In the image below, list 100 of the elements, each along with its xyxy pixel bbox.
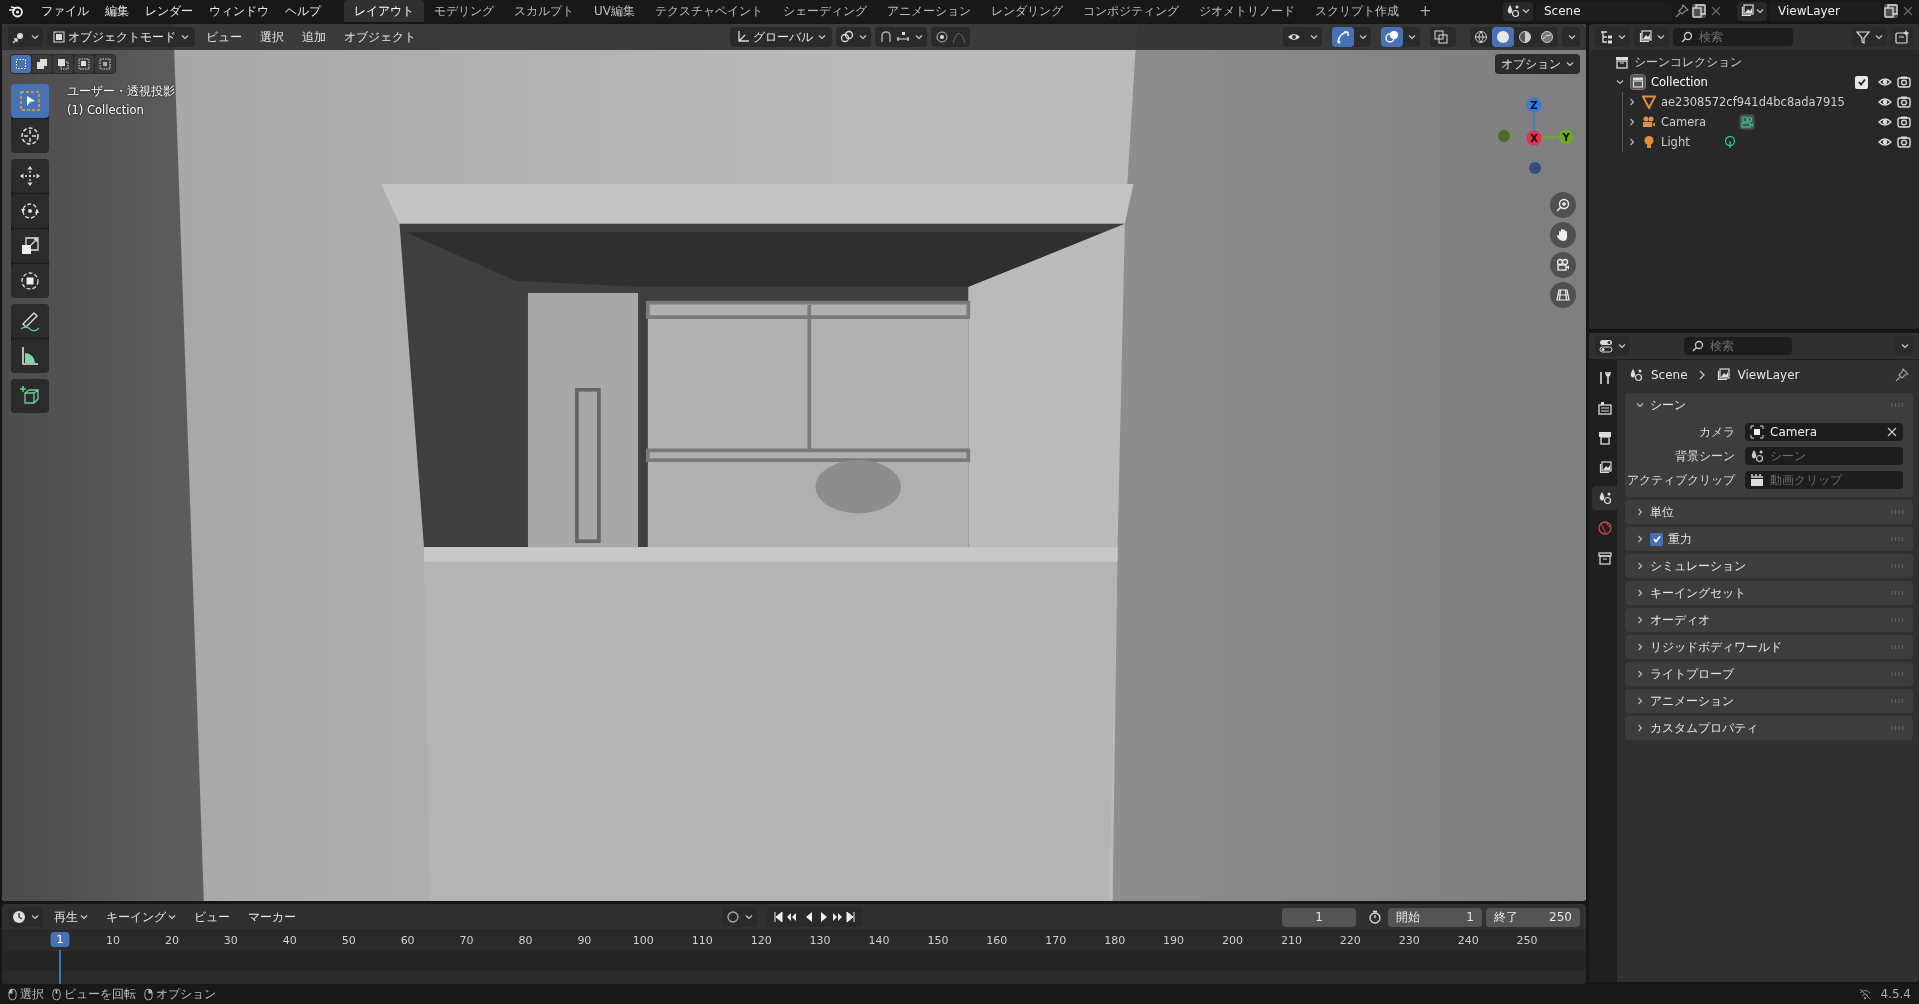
measure-tool[interactable]	[11, 339, 49, 373]
scene-name-field[interactable]: Scene	[1536, 1, 1672, 21]
tree-item[interactable]: シーンコレクション	[1634, 54, 1742, 70]
add-cube-tool[interactable]	[11, 379, 49, 413]
workspace-tab[interactable]: レンダリング	[981, 0, 1073, 22]
workspace-tab[interactable]: コンポジティング	[1073, 0, 1189, 22]
panel-checkbox[interactable]	[1650, 532, 1663, 546]
current-frame-indicator[interactable]: 1	[50, 932, 70, 947]
eye-icon[interactable]	[1878, 95, 1892, 109]
editor-type-button[interactable]	[8, 907, 43, 927]
clear-icon[interactable]	[1886, 426, 1898, 438]
panel-title[interactable]: シーン	[1650, 396, 1686, 414]
camera-icon[interactable]	[1897, 115, 1911, 129]
menu-item[interactable]: ファイル	[34, 2, 96, 20]
axis-gizmo-drawing[interactable]: Z X Y	[1489, 92, 1579, 182]
visibility-toggle[interactable]	[1283, 27, 1322, 47]
start-frame-field[interactable]: 開始 1	[1388, 907, 1482, 927]
camera-data-icon[interactable]	[1739, 114, 1756, 130]
proportional-edit-button[interactable]	[931, 27, 970, 47]
menu-item[interactable]: 編集	[98, 2, 136, 20]
workspace-tab[interactable]: シェーディング	[773, 0, 877, 22]
display-mode-dropdown[interactable]	[1634, 27, 1669, 47]
options-dropdown[interactable]: オプション	[1495, 54, 1580, 74]
exclude-checkbox[interactable]	[1855, 75, 1868, 89]
overlay-toggle[interactable]	[1381, 27, 1420, 47]
editor-type-button[interactable]	[1595, 27, 1630, 47]
duplicate-icon[interactable]	[1692, 4, 1706, 18]
editor-type-button[interactable]	[8, 27, 43, 47]
add-workspace-button[interactable]: +	[1409, 0, 1442, 22]
panel-title[interactable]: アニメーション	[1650, 692, 1734, 710]
workspace-tab[interactable]: レイアウト	[344, 0, 424, 22]
duplicate-icon[interactable]	[1884, 4, 1898, 18]
panel-title[interactable]: リジッドボディワールド	[1650, 638, 1782, 656]
breadcrumb-item[interactable]: Scene	[1651, 368, 1688, 382]
transform-tool[interactable]	[11, 264, 49, 298]
select-box-tool[interactable]	[11, 84, 49, 118]
panel-title[interactable]: ライトプローブ	[1650, 665, 1734, 683]
light-data-icon[interactable]	[1722, 135, 1737, 149]
workspace-tab[interactable]: アニメーション	[877, 0, 981, 22]
tree-item[interactable]: Camera	[1661, 115, 1707, 129]
scene-tab[interactable]	[1592, 486, 1617, 510]
snap-dropdown[interactable]	[875, 27, 927, 47]
workspace-tab[interactable]: UV編集	[584, 0, 645, 22]
close-icon[interactable]	[1709, 4, 1723, 18]
camera-field[interactable]: Camera	[1745, 423, 1903, 441]
workspace-tab[interactable]: スクリプト作成	[1305, 0, 1409, 22]
new-collection-button[interactable]	[1891, 27, 1913, 47]
pivot-dropdown[interactable]	[836, 27, 871, 47]
playback-controls[interactable]	[767, 907, 863, 927]
stopwatch-icon[interactable]	[1368, 910, 1382, 924]
workspace-tab[interactable]: スカルプト	[504, 0, 584, 22]
eye-icon[interactable]	[1878, 115, 1892, 129]
collection-icon[interactable]	[1630, 74, 1646, 90]
scale-tool[interactable]	[11, 229, 49, 263]
selection-mode-button[interactable]	[95, 55, 115, 73]
editor-type-button[interactable]	[1595, 336, 1630, 356]
menu-item[interactable]: ヘルプ	[278, 2, 328, 20]
selection-mode-button[interactable]	[32, 55, 52, 73]
mode-dropdown[interactable]: オブジェクトモード	[47, 27, 195, 47]
gizmo-toggle[interactable]	[1332, 27, 1371, 47]
annotate-tool[interactable]	[11, 304, 49, 338]
menu-dropdown[interactable]: 再生	[47, 908, 95, 926]
menu-item[interactable]: レンダー	[138, 2, 200, 20]
menu-item[interactable]: ビュー	[199, 28, 249, 46]
playback-buttons-icon[interactable]	[773, 910, 857, 924]
filter-dropdown[interactable]	[1852, 27, 1887, 47]
move-tool[interactable]	[11, 159, 49, 193]
menu-item[interactable]: ビュー	[187, 908, 237, 926]
eye-icon[interactable]	[1878, 135, 1892, 149]
scene-type-dropdown[interactable]	[1503, 1, 1533, 21]
tree-item[interactable]: ae2308572cf941d4bc8ada7915	[1661, 95, 1845, 109]
camera-icon[interactable]	[1897, 75, 1911, 89]
panel-title[interactable]: シミュレーション	[1650, 557, 1746, 575]
eye-icon[interactable]	[1878, 75, 1892, 89]
tree-item[interactable]: Collection	[1651, 75, 1708, 89]
menu-item[interactable]: マーカー	[241, 908, 303, 926]
rotate-tool[interactable]	[11, 194, 49, 228]
panel-title[interactable]: カスタムプロパティ	[1650, 719, 1758, 737]
workspace-tab[interactable]: モデリング	[424, 0, 504, 22]
current-frame-field[interactable]: 1	[1282, 907, 1356, 927]
view-layer-name-field[interactable]: ViewLayer	[1770, 1, 1881, 21]
panel-title[interactable]: キーイングセット	[1650, 584, 1746, 602]
close-icon[interactable]	[1901, 4, 1915, 18]
view-layer-type-dropdown[interactable]	[1737, 1, 1767, 21]
options-dropdown[interactable]	[1895, 336, 1913, 356]
app-logo-icon[interactable]	[8, 4, 24, 18]
workspace-tab[interactable]: テクスチャペイント	[645, 0, 773, 22]
menu-item[interactable]: オブジェクト	[337, 28, 423, 46]
solid-shading-button[interactable]	[1492, 27, 1514, 47]
selection-mode-button[interactable]	[11, 55, 31, 73]
breadcrumb-item[interactable]: ViewLayer	[1737, 368, 1800, 382]
menu-item[interactable]: ウィンドウ	[202, 2, 276, 20]
auto-keying-button[interactable]	[722, 907, 757, 927]
panel-title[interactable]: 重力	[1668, 530, 1692, 548]
orientation-dropdown[interactable]: グローバル	[730, 27, 832, 47]
menu-item[interactable]: 追加	[295, 28, 333, 46]
panel-title[interactable]: オーディオ	[1650, 611, 1710, 629]
pin-icon[interactable]	[1895, 368, 1909, 382]
camera-icon[interactable]	[1897, 95, 1911, 109]
menu-item[interactable]: 選択	[253, 28, 291, 46]
